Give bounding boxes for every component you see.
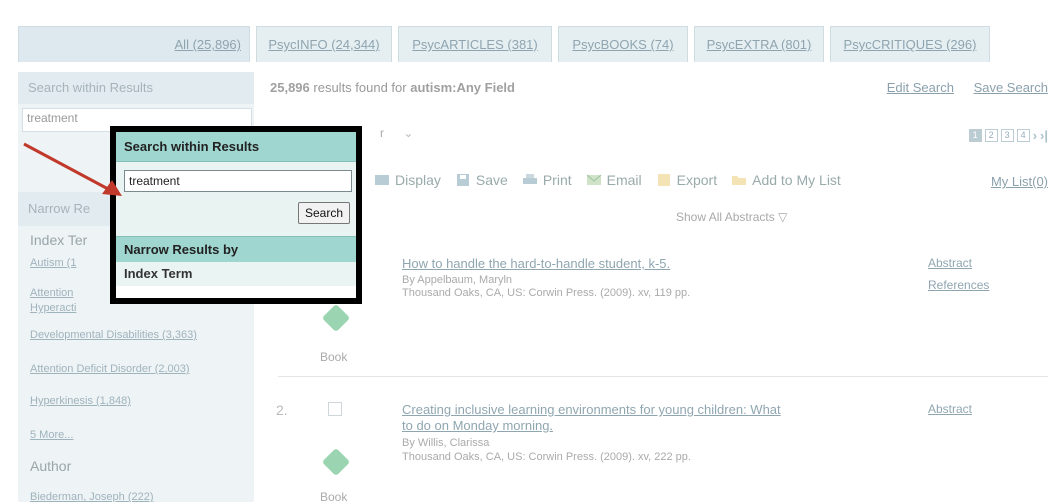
email-button[interactable]: Email	[586, 172, 642, 188]
results-query: autism:Any Field	[410, 80, 515, 95]
result-title[interactable]: How to handle the hard-to-handle student…	[402, 256, 670, 272]
search-actions: Edit Search Save Search	[871, 80, 1048, 95]
result-title-continued[interactable]: to do on Monday morning.	[402, 418, 553, 434]
last-page-icon[interactable]: ›|	[1040, 128, 1048, 143]
export-icon	[657, 174, 670, 186]
author-link[interactable]: Biederman, Joseph (222)	[30, 490, 154, 502]
sidebar-search-heading: Search within Results	[18, 72, 254, 104]
result-select-checkbox[interactable]	[328, 402, 342, 416]
abstract-link[interactable]: Abstract	[928, 254, 972, 272]
add-to-list-button[interactable]: Add to My List	[731, 172, 841, 188]
references-link[interactable]: References	[928, 276, 989, 294]
result-publisher: Thousand Oaks, CA, US: Corwin Press. (20…	[402, 287, 691, 299]
abstract-link[interactable]: Abstract	[928, 400, 972, 418]
callout-index-term-heading: Index Term	[116, 262, 356, 286]
index-term-link[interactable]: Attention Deficit Disorder (2,003)	[30, 362, 190, 377]
results-panel: 25,896 results found for autism:Any Fiel…	[270, 72, 1060, 502]
folder-icon	[732, 176, 747, 185]
save-search-link[interactable]: Save Search	[974, 80, 1048, 95]
save-label: Save	[475, 172, 508, 188]
sidebar-index-term-heading: Index Ter	[30, 232, 88, 248]
results-count-text: results found for	[313, 80, 407, 95]
tab-psyccritiques[interactable]: PsycCRITIQUES (296)	[830, 26, 990, 62]
edit-search-link[interactable]: Edit Search	[887, 80, 954, 95]
tab-psycinfo[interactable]: PsycINFO (24,344)	[256, 26, 392, 62]
sidebar-author-heading: Author	[30, 458, 72, 474]
display-button[interactable]: Display	[374, 172, 441, 188]
more-index-terms-link[interactable]: 5 More...	[30, 428, 73, 443]
result-author: By Willis, Clarissa	[402, 437, 490, 449]
save-button[interactable]: Save	[455, 172, 508, 188]
print-icon	[522, 174, 537, 184]
show-all-abstracts-toggle[interactable]: Show All Abstracts ▽	[676, 210, 787, 224]
show-all-abstracts-label: Show All Abstracts	[676, 210, 775, 224]
zoom-callout-content: Search within Results treatment Search N…	[116, 132, 356, 298]
next-page-icon[interactable]: ›	[1033, 128, 1037, 143]
export-label: Export	[676, 172, 718, 188]
callout-search-input[interactable]: treatment	[124, 170, 352, 192]
display-icon	[375, 175, 389, 185]
index-term-link[interactable]: Attention	[30, 286, 73, 301]
add-to-list-label: Add to My List	[752, 172, 841, 188]
callout-narrow-heading: Narrow Results by	[116, 236, 356, 262]
page-link[interactable]: 3	[1000, 129, 1014, 142]
export-button[interactable]: Export	[656, 172, 717, 188]
book-icon	[321, 303, 351, 333]
email-label: Email	[606, 172, 642, 188]
results-toolbar: Display Save Print Email Export Add to M…	[374, 172, 841, 188]
page-link[interactable]: 4	[1016, 129, 1030, 142]
email-icon	[586, 174, 601, 185]
tab-all[interactable]: All (25,896)	[18, 26, 250, 62]
result-number: 2.	[276, 402, 288, 418]
result-divider	[278, 376, 1048, 377]
callout-search-body: treatment Search	[116, 162, 356, 236]
tab-psycbooks[interactable]: PsycBOOKS (74)	[558, 26, 688, 62]
result-type: Book	[320, 490, 348, 502]
result-publisher: Thousand Oaks, CA, US: Corwin Press. (20…	[402, 451, 691, 463]
index-term-link[interactable]: Hyperacti	[30, 301, 76, 316]
callout-search-heading: Search within Results	[116, 132, 356, 162]
results-count: 25,896 results found for autism:Any Fiel…	[270, 80, 515, 95]
zoom-callout: Search within Results treatment Search N…	[110, 126, 362, 304]
database-tabs: All (25,896) PsycINFO (24,344) PsycARTIC…	[18, 26, 1060, 62]
display-label: Display	[395, 172, 441, 188]
sort-select[interactable]: r ⌄	[380, 126, 420, 148]
index-term-link[interactable]: Autism (1	[30, 256, 76, 271]
page-link[interactable]: 1	[968, 129, 982, 142]
pagination: 1 2 3 4 › ›|	[968, 128, 1048, 143]
tab-psycarticles[interactable]: PsycARTICLES (381)	[398, 26, 552, 62]
tab-psycextra[interactable]: PsycEXTRA (801)	[694, 26, 824, 62]
print-button[interactable]: Print	[522, 172, 572, 188]
arrow-icon	[23, 142, 122, 196]
result-title[interactable]: Creating inclusive learning environments…	[402, 402, 781, 418]
sort-select-value: r	[380, 126, 384, 140]
callout-search-button[interactable]: Search	[297, 202, 350, 224]
index-term-link[interactable]: Hyperkinesis (1,848)	[30, 394, 131, 409]
results-count-number: 25,896	[270, 80, 310, 95]
chevron-down-icon: ⌄	[403, 126, 414, 140]
result-type: Book	[320, 350, 348, 364]
index-term-link[interactable]: Developmental Disabilities (3,363)	[30, 328, 197, 343]
save-icon	[456, 174, 469, 186]
chevron-down-icon: ▽	[778, 210, 788, 224]
my-list-link[interactable]: My List(0)	[991, 174, 1048, 189]
book-icon	[321, 447, 351, 477]
page-link[interactable]: 2	[984, 129, 998, 142]
result-author: By Appelbaum, Maryln	[402, 274, 513, 286]
print-label: Print	[542, 172, 572, 188]
